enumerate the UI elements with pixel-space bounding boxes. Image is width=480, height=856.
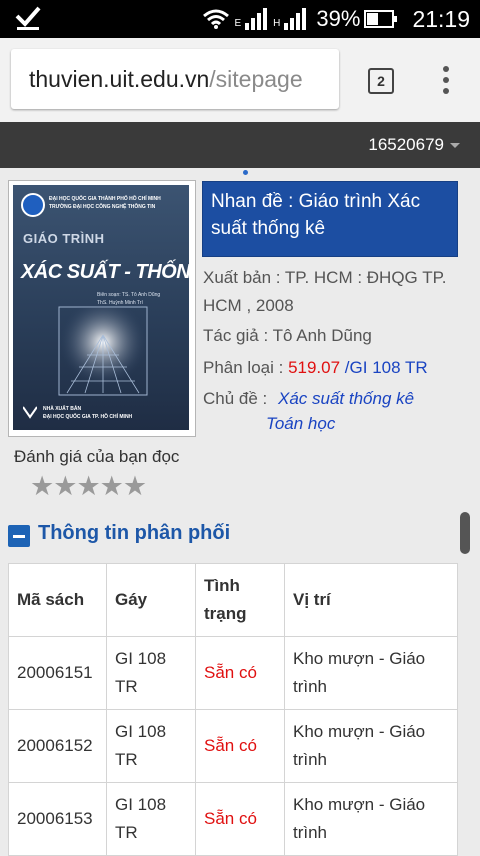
overflow-menu-icon[interactable] <box>436 66 456 98</box>
user-id-dropdown[interactable]: 16520679 <box>368 135 444 155</box>
call-number-link[interactable]: /GI 108 TR <box>345 358 428 377</box>
book-cover: ĐẠI HỌC QUỐC GIA THÀNH PHỐ HỒ CHÍ MINH T… <box>13 185 189 430</box>
call-number-cell: GI 108 TR <box>106 782 196 856</box>
class-label: Phân loại : <box>203 358 289 377</box>
subject-label: Chủ đề : <box>203 389 272 408</box>
book-id-cell: 20006151 <box>8 636 107 710</box>
star-icon[interactable]: ★ <box>76 471 100 501</box>
table-row: 20006152 GI 108 TR Sẵn có Kho mượn - Giá… <box>8 709 458 783</box>
collapse-minus-icon[interactable] <box>8 525 30 547</box>
network-type-h: H <box>273 18 281 29</box>
location-cell: Kho mượn - Giáo trình <box>284 782 458 856</box>
wifi-icon <box>203 9 230 29</box>
publish-label: Xuất bản : <box>203 268 285 287</box>
book-id-cell: 20006153 <box>8 782 107 856</box>
checkmark-notification-icon <box>15 6 41 30</box>
scrollbar-thumb[interactable] <box>460 512 470 554</box>
battery-icon <box>364 10 398 28</box>
subject-link[interactable]: Toán học <box>266 414 335 433</box>
cover-series: GIÁO TRÌNH <box>23 231 105 246</box>
publisher-logo <box>23 406 37 419</box>
author-info: Tác giả : Tô Anh Dũng <box>203 322 372 350</box>
table-row: 20006153 GI 108 TR Sẵn có Kho mượn - Giá… <box>8 782 458 856</box>
class-code-link[interactable]: 519.07 <box>288 358 340 377</box>
cover-author-line1: Biên soạn: TS. Tô Anh Dũng <box>97 292 161 298</box>
signal-strength-icon-2 <box>284 8 307 30</box>
clock: 21:19 <box>412 5 470 32</box>
rating-stars[interactable]: ★★★★★ <box>30 471 147 502</box>
page-indicator-dot <box>243 170 248 175</box>
star-icon[interactable]: ★ <box>123 471 147 501</box>
column-header: Vị trí <box>284 563 458 637</box>
status-cell: Sẵn có <box>195 782 285 856</box>
classification-info: Phân loại : 519.07 /GI 108 TR <box>203 354 428 382</box>
cover-university-line1: ĐẠI HỌC QUỐC GIA THÀNH PHỐ HỒ CHÍ MINH <box>49 196 161 202</box>
cover-university-line2: TRƯỜNG ĐẠI HỌC CÔNG NGHỆ THÔNG TIN <box>49 204 156 210</box>
cover-title: XÁC SUẤT - THỐNG KÊ <box>21 261 189 283</box>
call-number-cell: GI 108 TR <box>106 709 196 783</box>
book-id-cell: 20006152 <box>8 709 107 783</box>
browser-toolbar: thuvien.uit.edu.vn/sitepage 2 <box>0 38 480 122</box>
address-bar[interactable]: thuvien.uit.edu.vn/sitepage <box>11 49 339 109</box>
battery-percent: 39% <box>316 6 361 31</box>
publish-info: Xuất bản : TP. HCM : ĐHQG TP. HCM , 2008 <box>203 264 459 320</box>
network-type-e: E <box>234 18 242 29</box>
star-icon[interactable]: ★ <box>100 471 124 501</box>
subject-link[interactable]: Xác suất thống kê <box>278 389 414 408</box>
location-cell: Kho mượn - Giáo trình <box>284 709 458 783</box>
table-header-row: Mã sách Gáy Tình trạng Vị trí <box>8 563 458 637</box>
url-domain: thuvien.uit.edu.vn <box>29 66 210 92</box>
location-cell: Kho mượn - Giáo trình <box>284 636 458 710</box>
url-path: /sitepage <box>209 66 303 92</box>
subject-info: Chủ đề : Xác suất thống kê <box>203 385 414 413</box>
call-number-cell: GI 108 TR <box>106 636 196 710</box>
cover-publisher-line1: NHÀ XUẤT BẢN <box>43 406 82 412</box>
signal-strength-icon <box>245 8 268 30</box>
column-header: Gáy <box>106 563 196 637</box>
status-bar: E H 39% 21:19 <box>0 0 480 38</box>
book-cover-frame[interactable]: ĐẠI HỌC QUỐC GIA THÀNH PHỐ HỒ CHÍ MINH T… <box>8 180 196 437</box>
cover-publisher-line2: ĐẠI HỌC QUỐC GIA TP. HỒ CHÍ MINH <box>43 414 133 420</box>
status-cell: Sẵn có <box>195 636 285 710</box>
table-row: 20006151 GI 108 TR Sẵn có Kho mượn - Giá… <box>8 636 458 710</box>
status-cell: Sẵn có <box>195 709 285 783</box>
star-icon[interactable]: ★ <box>30 471 54 501</box>
star-icon[interactable]: ★ <box>53 471 77 501</box>
university-logo <box>21 193 45 217</box>
caret-down-icon[interactable] <box>450 143 460 148</box>
column-header: Tình trạng <box>195 563 285 637</box>
column-header: Mã sách <box>8 563 107 637</box>
site-header: 16520679 <box>0 122 480 168</box>
rating-label: Đánh giá của bạn đọc <box>14 447 180 466</box>
cover-grid-graphic <box>58 306 148 396</box>
author-value: Tô Anh Dũng <box>272 326 372 345</box>
book-title-box: Nhan đề : Giáo trình Xác suất thống kê <box>202 181 458 257</box>
distribution-table: Mã sách Gáy Tình trạng Vị trí 20006151 G… <box>8 563 458 856</box>
author-label: Tác giả : <box>203 326 273 345</box>
tab-switcher-button[interactable]: 2 <box>368 68 394 94</box>
section-title[interactable]: Thông tin phân phối <box>38 522 230 545</box>
